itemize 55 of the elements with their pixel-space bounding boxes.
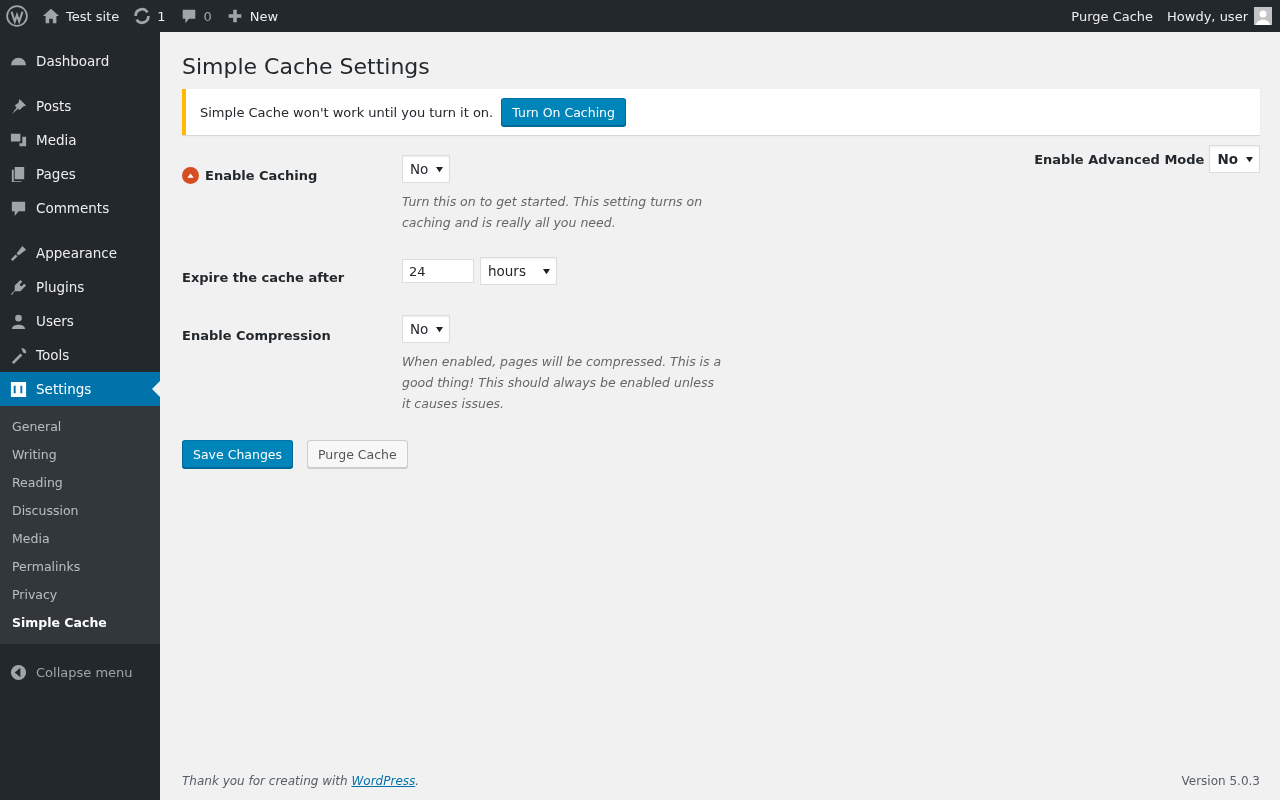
page-title: Simple Cache Settings xyxy=(182,54,431,79)
brush-icon xyxy=(9,243,28,263)
select-field[interactable]: No xyxy=(402,315,451,343)
menu-item[interactable]: Comments xyxy=(0,191,160,225)
menu-item[interactable]: Users xyxy=(0,304,160,338)
caret-icon xyxy=(543,267,550,275)
submenu-item[interactable]: Discussion xyxy=(0,497,160,525)
save-changes-button[interactable]: Save Changes xyxy=(182,440,294,468)
menu-item[interactable]: Pages xyxy=(0,157,160,191)
caret-icon xyxy=(436,325,444,333)
select-field[interactable]: No xyxy=(402,155,451,183)
advanced-mode-label: Enable Advanced Mode xyxy=(1034,151,1205,167)
purge-cache-button[interactable]: Purge Cache xyxy=(307,440,408,468)
comments-count: 0 xyxy=(203,8,212,24)
home-icon xyxy=(42,7,60,25)
notice-text: Simple Cache won't work until you turn it on. xyxy=(200,104,494,120)
submenu-item[interactable]: Writing xyxy=(0,441,160,469)
version-text: Version 5.0.3 xyxy=(1181,774,1260,788)
submenu-item[interactable]: Media xyxy=(0,525,160,553)
setting-description: Turn this on to get started. This setting turns on caching and is really all you need. xyxy=(402,193,704,232)
submenu-item[interactable]: Simple Cache xyxy=(0,609,160,637)
wrench-icon xyxy=(9,345,28,365)
plug-icon xyxy=(9,277,28,297)
menu-item[interactable]: Settings xyxy=(0,372,160,406)
submenu-item[interactable]: Permalinks xyxy=(0,553,160,581)
unit-select[interactable]: hours xyxy=(480,257,557,285)
number-field[interactable]: 24 xyxy=(402,259,474,283)
caret-icon xyxy=(436,165,444,173)
setting-label: Enable Compression xyxy=(182,327,331,343)
menu-item[interactable]: Media xyxy=(0,123,160,157)
menu-item[interactable]: Dashboard xyxy=(0,44,160,78)
caret-icon xyxy=(1246,155,1253,163)
sliders-icon xyxy=(9,379,28,399)
wordpress-logo-icon[interactable] xyxy=(6,5,28,27)
setting-description: When enabled, pages will be compressed. This is a good thing! This should always be enabled unless it causes issues. xyxy=(402,353,722,413)
turn-on-caching-button[interactable]: Turn On Caching xyxy=(501,98,626,126)
site-link[interactable]: Test site xyxy=(66,8,120,24)
advanced-mode-select[interactable]: No xyxy=(1209,145,1260,173)
menu-item[interactable]: Posts xyxy=(0,89,160,123)
menu-item[interactable]: Plugins xyxy=(0,270,160,304)
refresh-icon[interactable] xyxy=(133,7,152,25)
menu-item[interactable]: Tools xyxy=(0,338,160,372)
submenu-item[interactable]: Privacy xyxy=(0,581,160,609)
menu-item[interactable]: Appearance xyxy=(0,236,160,270)
new-link[interactable]: New xyxy=(249,8,279,24)
pin-icon xyxy=(9,96,28,116)
submenu-item[interactable]: General xyxy=(0,413,160,441)
setting-label: Enable Caching xyxy=(205,167,318,183)
setting-label: Expire the cache after xyxy=(182,269,345,285)
submenu-item[interactable]: Reading xyxy=(0,469,160,497)
footer-text: Thank you for creating with WordPress. xyxy=(182,774,420,788)
account-link[interactable]: Howdy, user xyxy=(1167,8,1248,24)
collapse-menu-button[interactable]: Collapse menu xyxy=(0,655,160,689)
purge-cache-link[interactable]: Purge Cache xyxy=(1071,8,1154,24)
updates-count: 1 xyxy=(157,8,166,24)
